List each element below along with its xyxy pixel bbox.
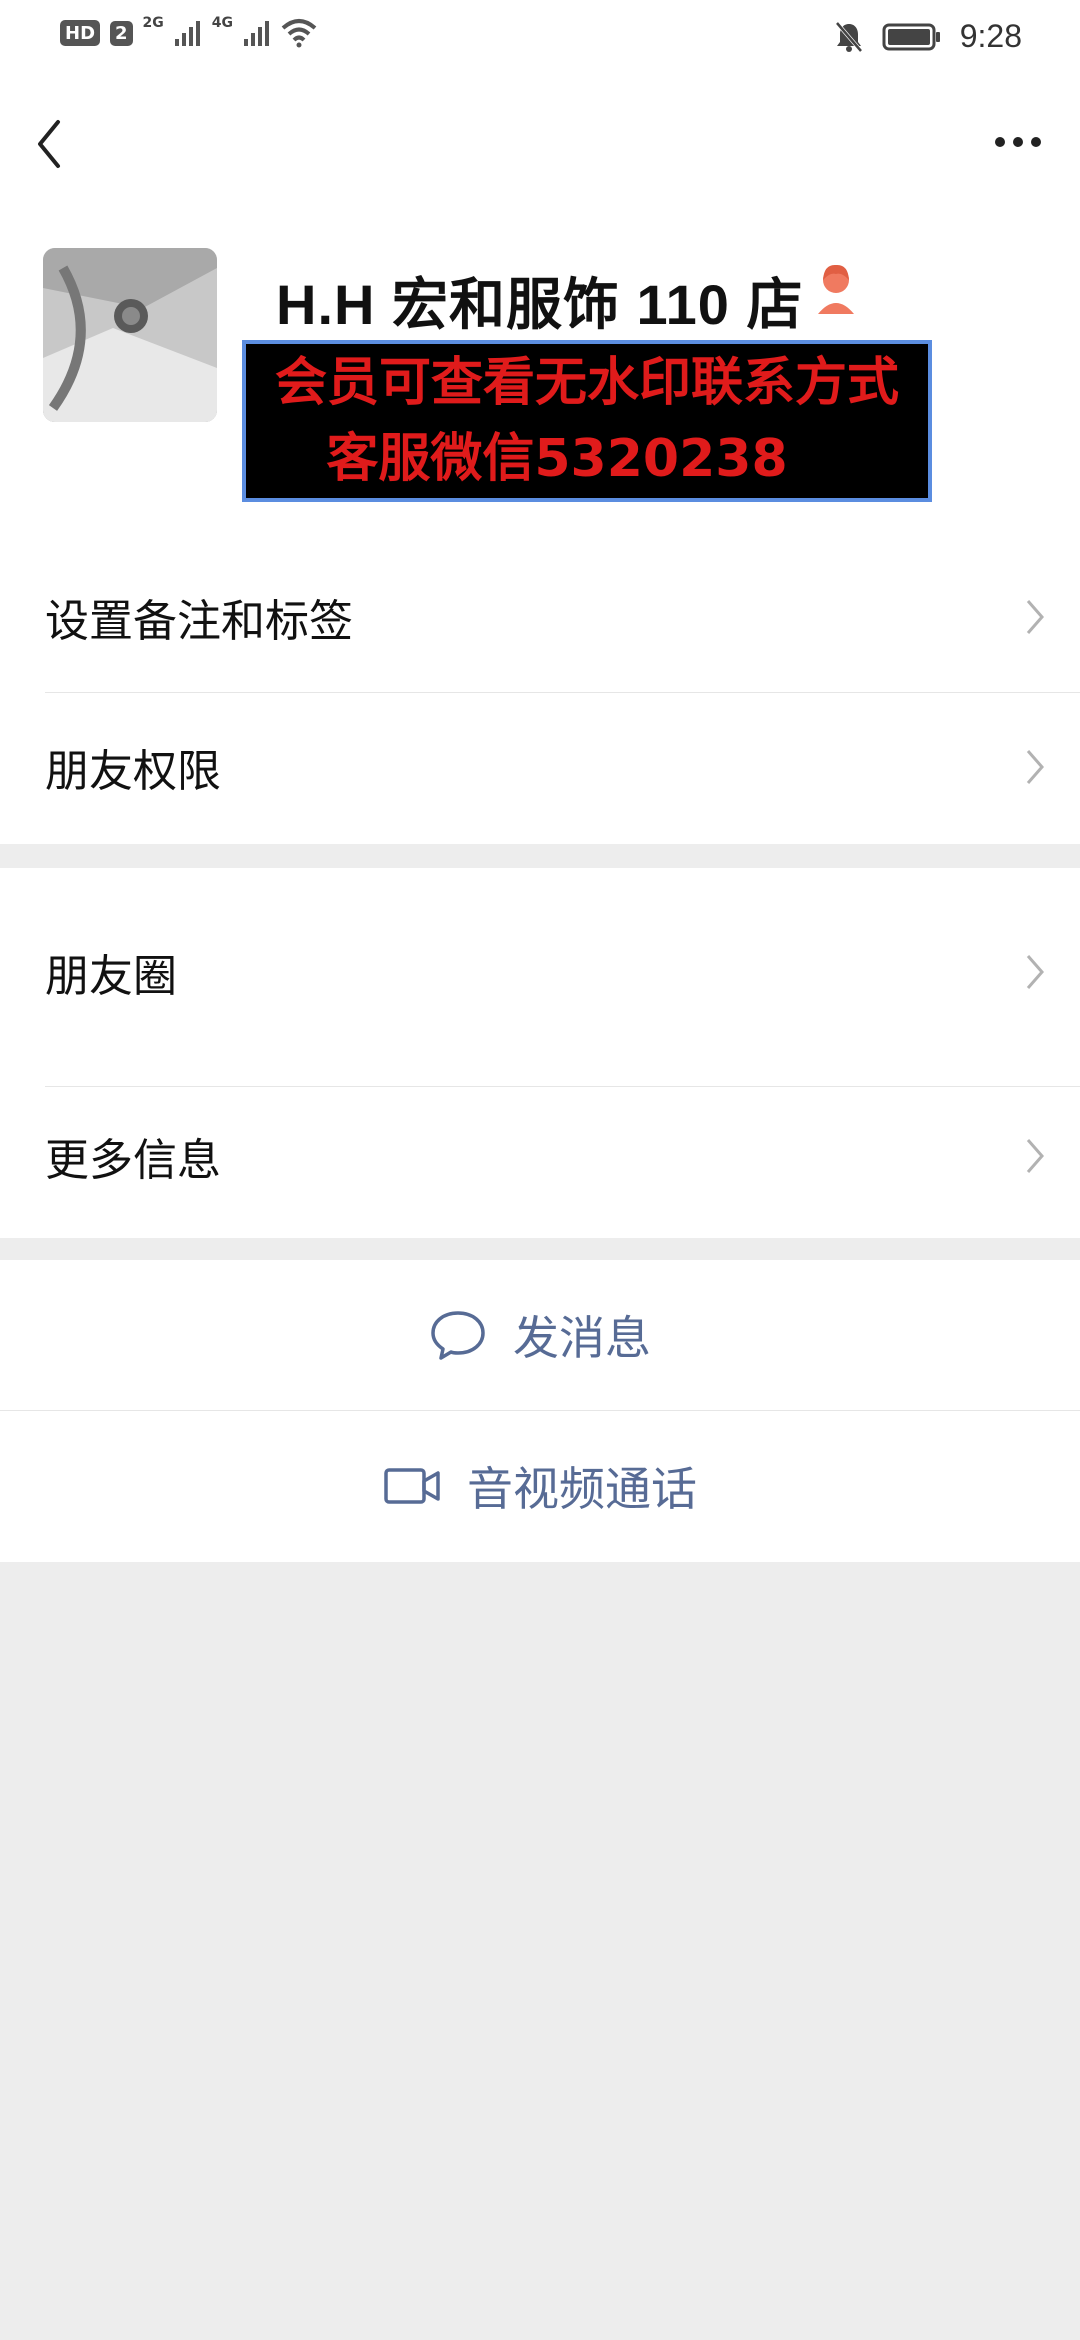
profile-card: H.H 宏和服饰 110 店 会员可查看无水印联系方式 客服微信5320238 [0, 212, 1080, 542]
overlay-line-1: 会员可查看无水印联系方式 [274, 353, 899, 413]
chevron-right-icon [1026, 1139, 1044, 1173]
contact-name: H.H 宏和服饰 110 店 [276, 273, 804, 336]
network-4g-label: 4G [211, 15, 234, 31]
watermark-overlay: 会员可查看无水印联系方式 客服微信5320238 [242, 340, 932, 502]
chevron-right-icon [1026, 750, 1044, 784]
sim-badge: 2 [110, 20, 133, 46]
video-call-button[interactable]: 音视频通话 [0, 1411, 1080, 1561]
moments-row[interactable]: 朋友圈 [0, 868, 1080, 1076]
status-bar: HD 2 2G 4G 9:28 [0, 0, 1080, 72]
female-icon [818, 264, 854, 314]
hd-badge: HD [60, 20, 101, 46]
status-right: 9:28 [834, 18, 1022, 55]
more-button[interactable] [986, 112, 1056, 172]
avatar-image [43, 248, 217, 422]
status-left: HD 2 2G 4G [60, 15, 317, 48]
mute-icon [835, 21, 863, 52]
overlay-line-2: 客服微信5320238 [326, 429, 788, 489]
more-info-row[interactable]: 更多信息 [0, 1076, 1080, 1236]
actions-group: 发消息 音视频通话 [0, 1260, 1080, 1562]
friend-permissions-row[interactable]: 朋友权限 [0, 692, 1080, 842]
chevron-left-icon [38, 120, 60, 168]
video-call-label: 音视频通话 [467, 1462, 697, 1516]
network-2g-label: 2G [142, 15, 164, 31]
chevron-right-icon [1026, 955, 1044, 989]
friend-permissions-label: 朋友权限 [45, 746, 221, 797]
avatar[interactable] [43, 248, 217, 422]
more-info-label: 更多信息 [45, 1135, 221, 1186]
settings-group-1: 设置备注和标签 朋友权限 [0, 542, 1080, 844]
top-nav [0, 72, 1080, 212]
send-message-button[interactable]: 发消息 [0, 1260, 1080, 1410]
video-call-icon [384, 1468, 440, 1504]
settings-group-2: 朋友圈 更多信息 [0, 868, 1080, 1238]
moments-label: 朋友圈 [45, 951, 177, 1002]
battery-icon [882, 23, 940, 50]
back-button[interactable] [28, 114, 78, 174]
remark-tags-label: 设置备注和标签 [45, 596, 353, 647]
clock: 9:28 [959, 18, 1022, 54]
send-message-label: 发消息 [513, 1311, 651, 1365]
signal-icon [174, 21, 200, 46]
more-dots-icon [995, 137, 1041, 147]
remark-tags-row[interactable]: 设置备注和标签 [0, 542, 1080, 692]
wifi-icon [281, 19, 317, 48]
chevron-right-icon [1026, 600, 1044, 634]
chat-bubble-icon [431, 1311, 485, 1360]
signal-icon [244, 21, 270, 46]
